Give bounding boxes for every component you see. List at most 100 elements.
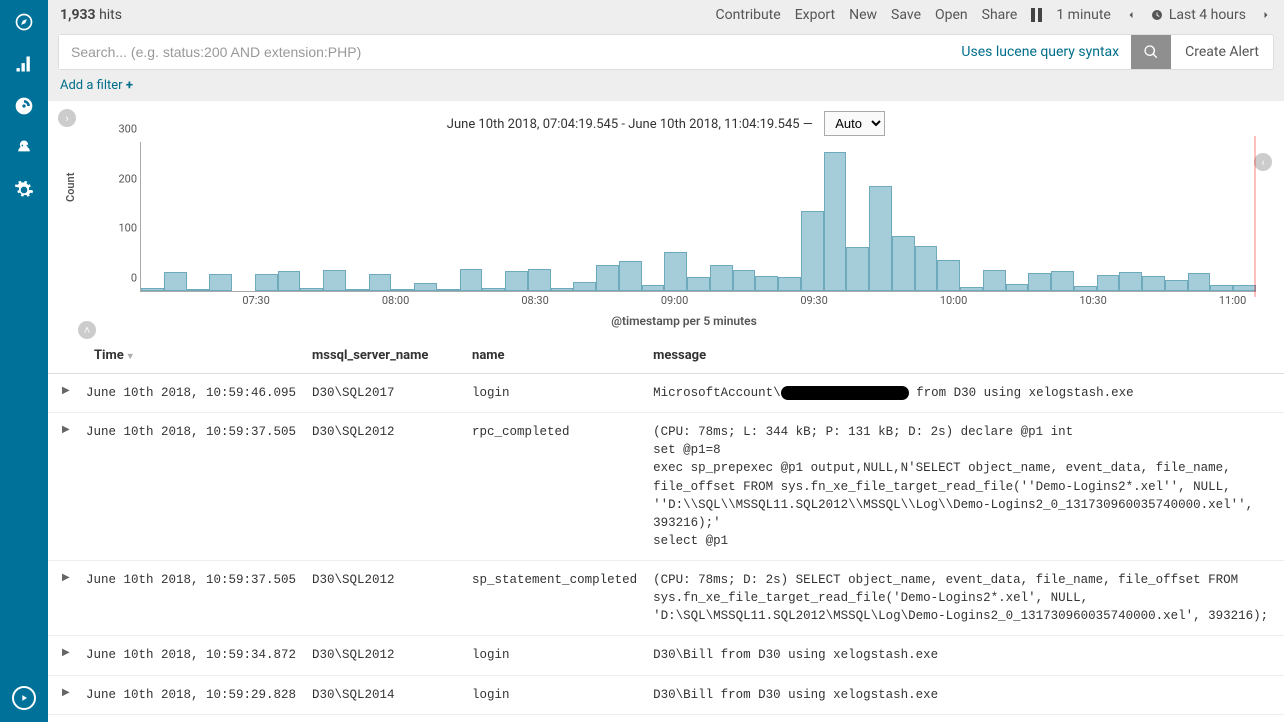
col-time[interactable]: Time▼ <box>48 338 304 374</box>
histogram-bar[interactable] <box>187 289 210 291</box>
cell-time: June 10th 2018, 10:59:29.827 <box>78 714 304 722</box>
histogram-bar[interactable] <box>1074 286 1097 291</box>
lucene-syntax-link[interactable]: Uses lucene query syntax <box>949 35 1131 69</box>
histogram-bar[interactable] <box>573 282 596 291</box>
col-name[interactable]: name <box>464 338 645 374</box>
histogram-bar[interactable] <box>1233 285 1256 291</box>
sidebar-nav <box>0 0 48 722</box>
histogram-bar[interactable] <box>460 269 483 291</box>
time-range-picker[interactable]: Last 4 hours <box>1151 7 1246 23</box>
cell-name: login <box>464 675 645 714</box>
histogram-bar[interactable] <box>323 270 346 291</box>
histogram-bar[interactable] <box>414 283 437 291</box>
collapse-table-button[interactable]: ˄ <box>78 321 96 339</box>
add-filter-link[interactable]: Add a filter + <box>60 78 133 93</box>
histogram-bar[interactable] <box>983 270 1006 291</box>
open-link[interactable]: Open <box>935 7 968 23</box>
table-row[interactable]: ▶June 10th 2018, 10:59:34.872D30\SQL2012… <box>48 636 1284 675</box>
histogram-bar[interactable] <box>687 277 710 291</box>
expand-row-button[interactable]: ▶ <box>48 675 78 714</box>
histogram-bar[interactable] <box>778 277 801 291</box>
histogram-bar[interactable] <box>801 211 824 291</box>
histogram-bar[interactable] <box>1188 273 1211 291</box>
settings-icon[interactable] <box>14 180 34 200</box>
chart-ylabel: Count <box>64 173 77 202</box>
dashboard-icon[interactable] <box>14 96 34 116</box>
histogram-bar[interactable] <box>1119 272 1142 291</box>
histogram-bar[interactable] <box>1210 285 1233 291</box>
histogram-bar[interactable] <box>437 289 460 291</box>
histogram-bar[interactable] <box>846 247 869 291</box>
histogram-bar[interactable] <box>369 274 392 291</box>
histogram-bar[interactable] <box>1142 276 1165 291</box>
histogram-bar[interactable] <box>209 274 232 291</box>
expand-row-button[interactable]: ▶ <box>48 636 78 675</box>
expand-row-button[interactable]: ▶ <box>48 561 78 636</box>
histogram-bar[interactable] <box>1006 284 1029 291</box>
share-link[interactable]: Share <box>982 7 1018 23</box>
expand-row-button[interactable]: ▶ <box>48 374 78 413</box>
histogram-bar[interactable] <box>869 186 892 291</box>
histogram-bar[interactable] <box>937 260 960 291</box>
histogram-bar[interactable] <box>892 236 915 291</box>
histogram-bar[interactable] <box>1028 273 1051 291</box>
histogram-bar[interactable] <box>915 246 938 291</box>
histogram-bar[interactable] <box>733 270 756 291</box>
expand-row-button[interactable]: ▶ <box>48 714 78 722</box>
new-link[interactable]: New <box>849 7 877 23</box>
table-row[interactable]: ▶June 10th 2018, 10:59:37.505D30\SQL2012… <box>48 561 1284 636</box>
visualize-icon[interactable] <box>14 54 34 74</box>
cell-message: MicrosoftAccount\ from D30 using xelogst… <box>645 374 1284 413</box>
cell-time: June 10th 2018, 10:59:29.828 <box>78 675 304 714</box>
time-prev-button[interactable] <box>1125 9 1137 21</box>
histogram-bar[interactable] <box>300 288 323 291</box>
histogram-bar[interactable] <box>255 274 278 291</box>
histogram-bar[interactable] <box>960 287 983 291</box>
redacted-text <box>781 386 909 400</box>
histogram-bar[interactable] <box>596 265 619 291</box>
filter-bar: Add a filter + <box>48 70 1284 101</box>
create-alert-button[interactable]: Create Alert <box>1171 35 1273 69</box>
cell-message: (CPU: 78ms; D: 2s) SELECT object_name, e… <box>645 561 1284 636</box>
histogram-bar[interactable] <box>346 289 369 291</box>
pause-refresh-button[interactable] <box>1031 8 1042 22</box>
histogram-bar[interactable] <box>664 252 687 291</box>
timelion-icon[interactable] <box>14 138 34 158</box>
save-link[interactable]: Save <box>891 7 921 23</box>
table-row[interactable]: ▶June 10th 2018, 10:59:46.095D30\SQL2017… <box>48 374 1284 413</box>
col-message[interactable]: message <box>645 338 1284 374</box>
histogram-bar[interactable] <box>1165 280 1188 291</box>
table-row[interactable]: ▶June 10th 2018, 10:59:37.505D30\SQL2012… <box>48 413 1284 561</box>
histogram-bar[interactable] <box>710 265 733 291</box>
histogram-bar[interactable] <box>528 269 551 291</box>
histogram-bar[interactable] <box>1097 275 1120 291</box>
contribute-link[interactable]: Contribute <box>716 7 781 23</box>
discover-icon[interactable] <box>14 12 34 32</box>
table-row[interactable]: ▶June 10th 2018, 10:59:29.827D30\SQL2014… <box>48 714 1284 722</box>
col-server[interactable]: mssql_server_name <box>304 338 464 374</box>
search-input[interactable] <box>59 35 949 69</box>
histogram-bar[interactable] <box>505 271 528 291</box>
histogram-bar[interactable] <box>1051 271 1074 291</box>
histogram-bar[interactable] <box>391 289 414 291</box>
histogram-bar[interactable] <box>755 276 778 291</box>
histogram-bar[interactable] <box>619 261 642 291</box>
histogram-bar[interactable] <box>642 285 665 291</box>
histogram-bar[interactable] <box>278 271 301 291</box>
histogram-bar[interactable] <box>141 288 164 291</box>
export-link[interactable]: Export <box>795 7 835 23</box>
interval-select[interactable]: Auto <box>824 111 885 136</box>
histogram-bar[interactable] <box>164 272 187 291</box>
histogram-chart[interactable]: 0100200300 <box>140 142 1256 292</box>
histogram-bar[interactable] <box>482 288 505 291</box>
time-next-button[interactable] <box>1260 9 1272 21</box>
histogram-bar[interactable] <box>824 152 847 291</box>
cell-server: D30\SQL2014 <box>304 675 464 714</box>
histogram-bar[interactable] <box>551 288 574 291</box>
search-button[interactable] <box>1131 35 1171 69</box>
refresh-interval[interactable]: 1 minute <box>1056 7 1110 23</box>
table-row[interactable]: ▶June 10th 2018, 10:59:29.828D30\SQL2014… <box>48 675 1284 714</box>
expand-row-button[interactable]: ▶ <box>48 413 78 561</box>
play-button[interactable] <box>12 686 36 710</box>
collapse-fields-button[interactable]: › <box>58 109 76 127</box>
